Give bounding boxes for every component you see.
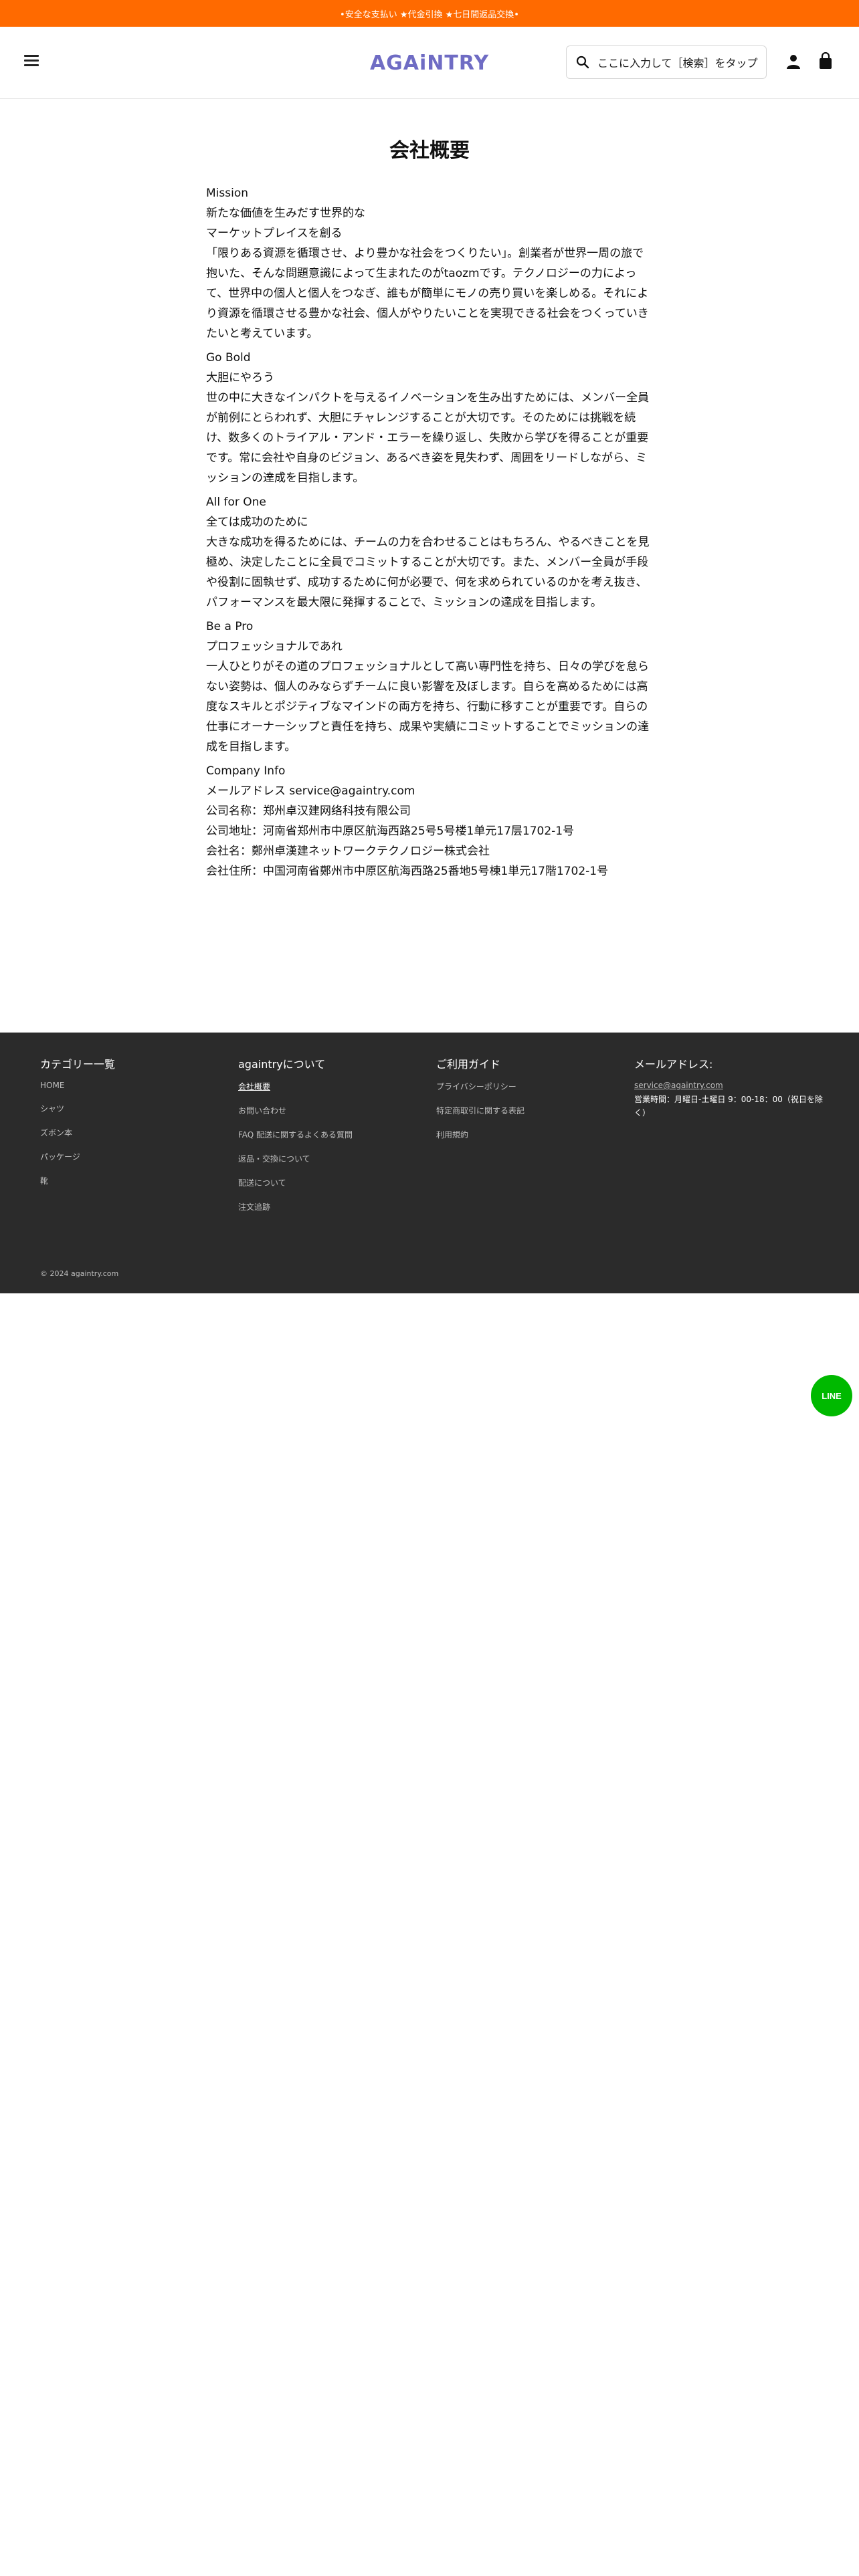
be-a-pro-section: Be a Pro プロフェッショナルであれ 一人ひとりがその道のプロフェッショナ… (206, 617, 654, 757)
go-bold-section: Go Bold 大胆にやろう 世の中に大きなインパクトを与えるイノベーションを生… (206, 348, 654, 488)
footer-link-shirts[interactable]: シャツ (40, 1103, 227, 1114)
copyright: © 2024 againtry.com (40, 1269, 119, 1278)
search-input[interactable]: ここに入力して［検索］をタップ (566, 45, 767, 79)
footer-about: againtryについて 会社概要 お問い合わせ FAQ 配送に関するよくある質… (238, 1045, 425, 1225)
footer-link-company[interactable]: 会社概要 (238, 1081, 425, 1092)
section-body: 「限りある資源を循環させ、より豊かな社会をつくりたい」。創業者が世界一周の旅で抱… (206, 247, 649, 340)
section-heading: Mission (206, 187, 249, 200)
menu-icon[interactable] (24, 55, 39, 67)
footer-heading: メールアドレス: (634, 1058, 713, 1071)
section-subheading: プロフェッショナルであれ (206, 640, 343, 653)
footer-link-privacy[interactable]: プライバシーポリシー (436, 1081, 624, 1092)
site-header: AGAiNTRY ここに入力して［検索］をタップ (0, 27, 859, 99)
section-body: 大きな成功を得るためには、チームの力を合わせることはもちろん、やるべきことを見極… (206, 536, 650, 609)
all-for-one-section: All for One 全ては成功のために 大きな成功を得るためには、チームの力… (206, 492, 654, 613)
footer-link-returns[interactable]: 返品・交換について (238, 1153, 425, 1164)
company-info-line: 会社住所：中国河南省鄭州市中原区航海西路25番地5号棟1単元17階1702-1号 (206, 865, 609, 878)
footer-link-order-tracking[interactable]: 注文追跡 (238, 1201, 425, 1212)
section-subheading: マーケットプレイスを創る (206, 227, 343, 240)
site-logo[interactable]: AGAiNTRY (370, 49, 488, 76)
section-heading: All for One (206, 496, 266, 509)
footer-link-commerce-law[interactable]: 特定商取引に関する表記 (436, 1105, 624, 1116)
section-heading: Be a Pro (206, 620, 254, 633)
cart-icon[interactable] (818, 52, 834, 70)
section-subheading: 大胆にやろう (206, 371, 274, 385)
footer-email-link[interactable]: service@againtry.com (634, 1081, 828, 1090)
footer-link-packages[interactable]: パッケージ (40, 1151, 227, 1162)
about-content: Mission 新たな価値を生みだす世界的な マーケットプレイスを創る 「限りあ… (206, 183, 654, 885)
business-hours: 営業時間：月曜日-土曜日 9：00-18：00（祝日を除く） (634, 1095, 823, 1117)
mission-section: Mission 新たな価値を生みだす世界的な マーケットプレイスを創る 「限りあ… (206, 183, 654, 344)
announcement-bar: •安全な支払い ★代金引換 ★七日間返品交換• (0, 0, 859, 27)
company-email: メールアドレス service@againtry.com (206, 784, 415, 798)
footer-heading: againtryについて (238, 1058, 326, 1071)
page-title: 会社概要 (389, 139, 470, 163)
company-info-line: 公司地址：河南省郑州市中原区航海西路25号5号楼1单元17层1702-1号 (206, 825, 575, 838)
site-footer: カテゴリー一覧 HOME シャツ ズボン本 パッケージ 靴 againtryにつ… (0, 1033, 859, 1293)
section-body: 一人ひとりがその道のプロフェッショナルとして高い専門性を持ち、日々の学びを怠らな… (206, 660, 650, 754)
section-body: 世の中に大きなインパクトを与えるイノベーションを生み出すためには、メンバー全員が… (206, 391, 650, 485)
line-label: LINE (822, 1390, 842, 1401)
footer-heading: ご利用ガイド (436, 1058, 501, 1071)
footer-link-shoes[interactable]: 靴 (40, 1175, 227, 1186)
line-chat-button[interactable]: LINE (811, 1375, 852, 1416)
section-heading: Company Info (206, 764, 286, 778)
footer-link-contact[interactable]: お問い合わせ (238, 1105, 425, 1116)
section-subheading: 全ては成功のために (206, 516, 308, 529)
search-placeholder: ここに入力して［検索］をタップ (597, 57, 758, 70)
footer-categories: カテゴリー一覧 HOME シャツ ズボン本 パッケージ 靴 (40, 1045, 227, 1199)
footer-link-pants[interactable]: ズボン本 (40, 1127, 227, 1138)
section-heading: Go Bold (206, 351, 251, 364)
footer-contact: メールアドレス: service@againtry.com 営業時間：月曜日-土… (634, 1045, 828, 1119)
footer-guide: ご利用ガイド プライバシーポリシー 特定商取引に関する表記 利用規約 (436, 1045, 624, 1153)
company-info-section: Company Info メールアドレス service@againtry.co… (206, 761, 654, 881)
section-subheading: 新たな価値を生みだす世界的な (206, 207, 365, 220)
search-icon (576, 56, 589, 69)
footer-link-shipping[interactable]: 配送について (238, 1177, 425, 1188)
company-info-line: 会社名：鄭州卓漢建ネットワークテクノロジー株式会社 (206, 845, 490, 858)
footer-link-terms[interactable]: 利用規約 (436, 1129, 624, 1140)
company-info-line: 公司名称：郑州卓汉建网络科技有限公司 (206, 804, 411, 818)
footer-heading: カテゴリー一覧 (40, 1058, 116, 1071)
announcement-text: •安全な支払い ★代金引換 ★七日間返品交換• (340, 9, 519, 20)
footer-link-home[interactable]: HOME (40, 1081, 227, 1090)
footer-link-faq[interactable]: FAQ 配送に関するよくある質問 (238, 1129, 425, 1140)
user-icon[interactable] (785, 53, 801, 70)
